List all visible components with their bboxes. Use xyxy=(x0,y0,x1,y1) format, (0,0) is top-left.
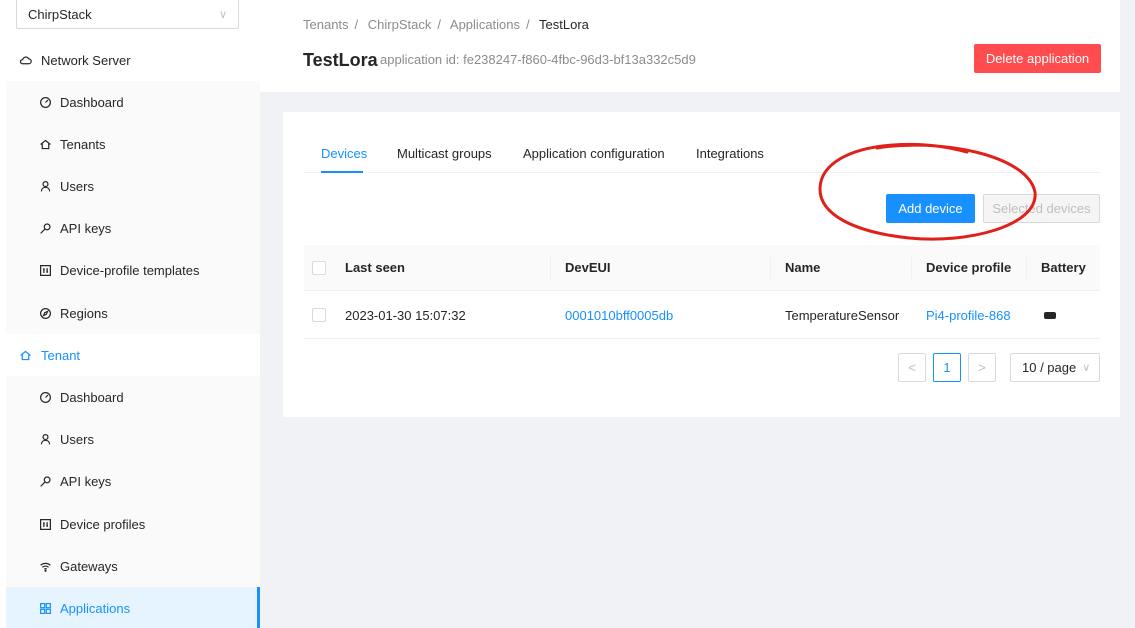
cell-last-seen: 2023-01-30 15:07:32 xyxy=(345,308,466,323)
tenant-select-value: ChirpStack xyxy=(28,6,92,22)
sidebar-item-label: Gateways xyxy=(60,558,118,574)
main-content: Tenants / ChirpStack / Applications / TestL… xyxy=(260,0,1135,628)
sidebar-item-label: Device-profile templates xyxy=(60,262,200,278)
sidebar-item-tenants[interactable]: Tenants xyxy=(6,123,258,165)
cell-device-profile-link[interactable]: Pi4-profile-868 xyxy=(926,308,1011,323)
pagination-page-1[interactable]: 1 xyxy=(933,353,961,382)
column-divider xyxy=(550,257,551,279)
cell-name: TemperatureSensor xyxy=(785,308,900,323)
appstore-icon xyxy=(38,601,52,615)
dashboard-icon xyxy=(38,95,52,109)
sidebar-item-label: Dashboard xyxy=(60,94,124,110)
battery-icon xyxy=(1044,312,1056,319)
chevron-down-icon: ∨ xyxy=(218,8,227,21)
tab-integrations[interactable]: Integrations xyxy=(696,146,764,161)
cloud-icon xyxy=(18,53,32,67)
chevron-down-icon: ∨ xyxy=(1082,362,1091,374)
tenant-select[interactable]: ChirpStack ∨ xyxy=(16,0,239,29)
page-size-value: 10 / page xyxy=(1022,360,1077,375)
sidebar-item-gateways[interactable]: Gateways xyxy=(6,545,258,587)
page-size-select[interactable]: 10 / page ∨ xyxy=(1010,353,1100,382)
delete-application-button[interactable]: Delete application xyxy=(974,44,1101,73)
sidebar-item-applications[interactable]: Applications xyxy=(6,587,260,628)
sidebar-item-ns-api-keys[interactable]: API keys xyxy=(6,207,258,249)
devices-table: Last seen DevEUI Name Device profile Bat… xyxy=(304,245,1100,339)
column-header-device-profile[interactable]: Device profile xyxy=(926,260,1011,275)
page-subtitle: application id: fe238247-f860-4fbc-96d3-… xyxy=(380,52,696,67)
pagination-prev-button[interactable]: < xyxy=(898,353,926,382)
selected-devices-button: Selected devices xyxy=(983,194,1100,223)
row-checkbox[interactable] xyxy=(312,308,326,322)
sidebar-item-device-profiles[interactable]: Device profiles xyxy=(6,503,258,545)
sidebar-item-tenant-users[interactable]: Users xyxy=(6,418,258,460)
select-all-checkbox[interactable] xyxy=(312,261,326,275)
template-icon xyxy=(38,263,52,277)
breadcrumb-chirpstack[interactable]: ChirpStack xyxy=(368,17,432,32)
sidebar-item-tenant-dashboard[interactable]: Dashboard xyxy=(6,376,258,418)
sidebar-item-regions[interactable]: Regions xyxy=(6,292,258,334)
breadcrumb: Tenants / ChirpStack / Applications / TestL… xyxy=(303,17,589,32)
sidebar-item-label: Users xyxy=(60,431,94,447)
column-header-name[interactable]: Name xyxy=(785,260,820,275)
sidebar-item-ns-dashboard[interactable]: Dashboard xyxy=(6,81,258,123)
devices-card: Devices Multicast groups Application con… xyxy=(283,112,1120,417)
menu-group-label: Tenant xyxy=(41,347,81,363)
home-icon xyxy=(18,348,32,362)
column-divider xyxy=(911,257,912,279)
sidebar-item-label: Tenants xyxy=(60,136,106,152)
sidebar-item-label: Applications xyxy=(60,600,131,616)
column-divider xyxy=(770,257,771,279)
compass-icon xyxy=(38,306,52,320)
cell-deveui-link[interactable]: 0001010bff0005db xyxy=(565,308,673,323)
pagination-next-button[interactable]: > xyxy=(968,353,996,382)
table-header: Last seen DevEUI Name Device profile Bat… xyxy=(304,245,1100,291)
menu-group-network-server[interactable]: Network Server xyxy=(6,39,260,81)
tab-devices[interactable]: Devices xyxy=(321,146,367,161)
page-header: Tenants / ChirpStack / Applications / TestL… xyxy=(260,0,1120,92)
menu-group-label: Network Server xyxy=(41,52,131,68)
menu-group-tenant[interactable]: Tenant xyxy=(6,334,260,376)
table-row[interactable]: 2023-01-30 15:07:32 0001010bff0005db Tem… xyxy=(304,291,1100,339)
add-device-button[interactable]: Add device xyxy=(886,194,975,223)
dashboard-icon xyxy=(38,390,52,404)
breadcrumb-tenants[interactable]: Tenants xyxy=(303,17,349,32)
user-icon xyxy=(38,179,52,193)
user-icon xyxy=(38,432,52,446)
sidebar-item-label: API keys xyxy=(60,220,112,236)
tab-application-configuration[interactable]: Application configuration xyxy=(523,146,665,161)
sidebar-item-label: Users xyxy=(60,178,94,194)
page-title: TestLora xyxy=(303,50,378,70)
column-divider xyxy=(1026,257,1027,279)
key-icon xyxy=(38,474,52,488)
sidebar: ChirpStack ∨ Network Server Dashboard Te… xyxy=(0,0,260,628)
column-header-battery[interactable]: Battery xyxy=(1041,260,1086,275)
sidebar-item-label: Dashboard xyxy=(60,389,124,405)
sidebar-item-tenant-api-keys[interactable]: API keys xyxy=(6,460,258,502)
key-icon xyxy=(38,221,52,235)
home-icon xyxy=(38,137,52,151)
breadcrumb-applications[interactable]: Applications xyxy=(450,17,520,32)
column-header-last-seen[interactable]: Last seen xyxy=(345,260,405,275)
sidebar-item-device-profile-templates[interactable]: Device-profile templates xyxy=(6,249,258,291)
tab-multicast-groups[interactable]: Multicast groups xyxy=(397,146,492,161)
breadcrumb-current: TestLora xyxy=(539,17,589,32)
column-header-deveui[interactable]: DevEUI xyxy=(565,260,611,275)
sidebar-item-label: Regions xyxy=(60,305,108,321)
sidebar-item-label: API keys xyxy=(60,473,112,489)
active-tab-indicator xyxy=(321,171,363,173)
wifi-icon xyxy=(38,559,52,573)
profile-icon xyxy=(38,517,52,531)
sidebar-item-label: Device profiles xyxy=(60,516,146,532)
tab-bar: Devices Multicast groups Application con… xyxy=(304,137,1100,173)
sidebar-item-ns-users[interactable]: Users xyxy=(6,165,258,207)
